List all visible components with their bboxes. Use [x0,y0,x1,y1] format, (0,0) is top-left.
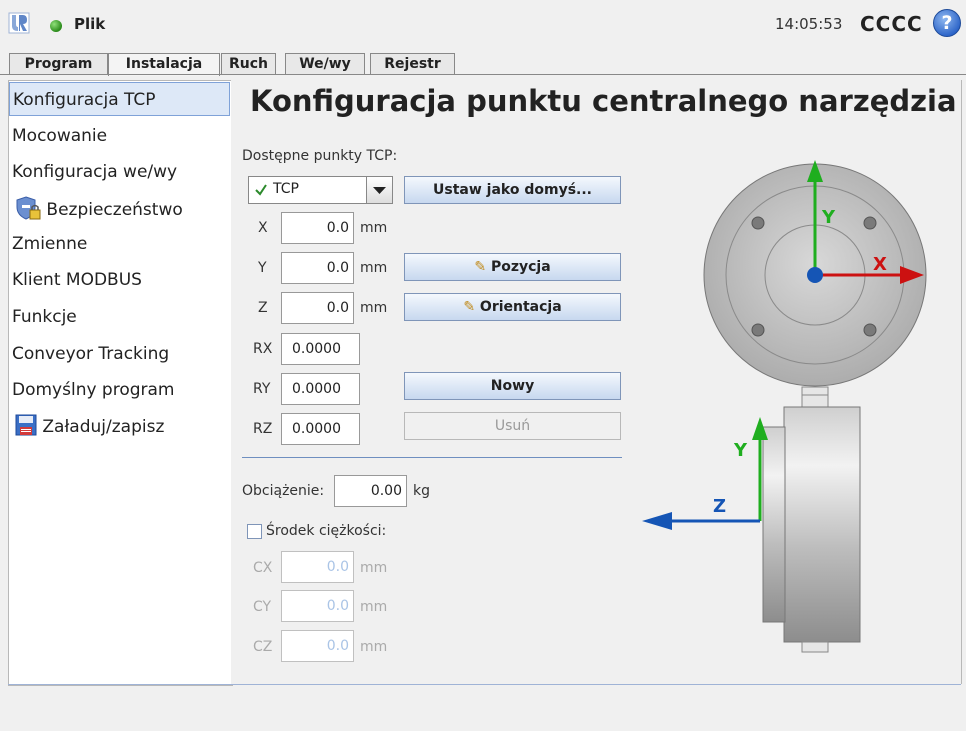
flange-side-view: Y Z [642,394,861,653]
sidebar-item-variables[interactable]: Zmienne [9,227,230,261]
sidebar-item-label: Konfiguracja TCP [13,90,156,110]
sidebar-item-label: Mocowanie [12,126,108,146]
cx-label: CX [253,560,273,576]
sidebar-item-features[interactable]: Funkcje [9,300,230,334]
set-default-button[interactable]: Ustaw jako domyś... [404,176,621,204]
orientation-button-label: Orientacja [479,299,562,315]
tcp-select-value: TCP [273,181,299,197]
sidebar-item-label: Zmienne [12,234,88,254]
cy-field[interactable]: 0.0 [281,590,354,622]
flange-top-view: Y X [703,160,927,400]
x-unit: mm [360,220,388,236]
tab-program[interactable]: Program [9,53,108,74]
new-tcp-button[interactable]: Nowy [404,372,621,400]
rz-field[interactable]: 0.0000 [281,413,360,445]
x-field[interactable]: 0.0 [281,212,354,244]
wand-icon: ✎ [474,259,487,275]
x-label: X [258,220,268,236]
sidebar-item-conveyor[interactable]: Conveyor Tracking [9,337,230,371]
cz-label: CZ [253,639,273,655]
position-button-label: Pozycja [490,259,551,275]
rx-label: RX [253,341,273,357]
y-field[interactable]: 0.0 [281,252,354,284]
z-field[interactable]: 0.0 [281,292,354,324]
ry-label: RY [253,381,271,397]
universal-robots-logo-icon [8,12,30,34]
y-unit: mm [360,260,388,276]
rx-field[interactable]: 0.0000 [281,333,360,365]
orientation-button[interactable]: ✎ Orientacja [404,293,621,321]
cog-label: Środek ciężkości: [266,523,387,539]
sidebar-item-default-program[interactable]: Domyślny program [9,373,230,407]
help-icon[interactable]: ? [933,9,961,37]
sidebar-item-tcp-config[interactable]: Konfiguracja TCP [9,82,230,116]
sidebar-item-label: Bezpieczeństwo [46,200,183,220]
tab-divider [0,74,966,75]
sidebar-item-label: Domyślny program [12,380,175,400]
payload-field[interactable]: 0.00 [334,475,407,507]
footer [0,686,966,731]
clock: 14:05:53 [775,15,843,33]
robot-status-icon [50,20,62,32]
page-title: Konfiguracja punktu centralnego narzędzi… [250,84,957,118]
cz-field[interactable]: 0.0 [281,630,354,662]
bottom-divider [8,684,961,685]
sidebar-item-label: Konfiguracja we/wy [12,162,178,182]
y-label: Y [258,260,267,276]
x-axis-label: X [873,254,887,275]
file-menu[interactable]: Plik [74,15,105,33]
sidebar-item-modbus[interactable]: Klient MODBUS [9,263,230,297]
cy-label: CY [253,599,272,615]
sidebar-item-label: Conveyor Tracking [12,344,170,364]
separator [242,457,622,458]
sidebar-item-load-save[interactable]: Załaduj/zapisz [9,410,230,444]
sidebar-item-safety[interactable]: Bezpieczeństwo [9,191,230,225]
cy-unit: mm [360,599,388,615]
tool-flange-diagram: Y X Y Z [642,160,927,653]
cz-unit: mm [360,639,388,655]
sidebar-item-io-config[interactable]: Konfiguracja we/wy [9,155,230,189]
payload-unit: kg [413,483,430,499]
delete-tcp-button[interactable]: Usuń [404,412,621,440]
cx-field[interactable]: 0.0 [281,551,354,583]
cx-unit: mm [360,560,388,576]
wand-icon: ✎ [463,299,476,315]
tcp-list-label: Dostępne punkty TCP: [242,148,398,164]
sidebar-item-label: Funkcje [12,307,77,327]
checkmark-icon [255,184,267,196]
sidebar-item-mounting[interactable]: Mocowanie [9,119,230,153]
position-button[interactable]: ✎ Pozycja [404,253,621,281]
ry-field[interactable]: 0.0000 [281,373,360,405]
sidebar: Konfiguracja TCP Mocowanie Konfiguracja … [8,80,233,686]
y-axis-label-side: Y [733,440,748,461]
z-unit: mm [360,300,388,316]
payload-label: Obciążenie: [242,483,325,499]
tab-installation[interactable]: Instalacja [108,53,220,76]
robot-name: CCCC [860,12,923,36]
z-axis-label: Z [713,496,726,517]
z-label: Z [258,300,268,316]
sidebar-item-label: Załaduj/zapisz [42,417,165,437]
tab-move[interactable]: Ruch [221,53,276,74]
cog-checkbox[interactable] [247,524,262,539]
rz-label: RZ [253,421,273,437]
tcp-select[interactable]: TCP [248,176,393,204]
sidebar-item-label: Klient MODBUS [12,270,142,290]
y-axis-label: Y [821,207,836,228]
shield-lock-icon [16,196,41,220]
floppy-disk-icon [15,414,37,436]
tab-io[interactable]: We/wy [285,53,365,74]
tab-log[interactable]: Rejestr [370,53,455,74]
chevron-down-icon [366,177,392,203]
